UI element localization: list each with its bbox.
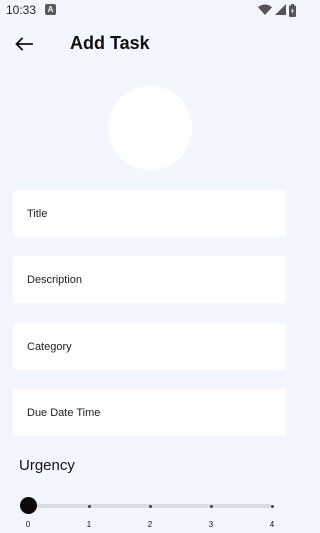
arrow-left-icon xyxy=(15,37,33,51)
slider-tick xyxy=(270,504,274,508)
signal-icon xyxy=(275,4,286,15)
task-image-placeholder[interactable] xyxy=(108,86,192,170)
a-badge-icon: A xyxy=(45,4,56,15)
category-placeholder: Category xyxy=(27,340,72,353)
description-placeholder: Description xyxy=(27,273,83,286)
slider-thumb[interactable] xyxy=(19,497,37,514)
urgency-slider[interactable] xyxy=(19,497,274,515)
slider-tick xyxy=(209,504,213,508)
wifi-icon xyxy=(258,4,272,15)
battery-icon xyxy=(289,3,296,17)
slider-tick-label: 2 xyxy=(147,520,153,529)
app-bar: Add Task xyxy=(0,24,300,64)
category-field[interactable]: Category xyxy=(13,323,286,370)
slider-tick xyxy=(87,504,91,508)
status-time: 10:33 xyxy=(6,3,37,17)
title-field[interactable]: Title xyxy=(13,190,286,237)
description-field[interactable]: Description xyxy=(13,256,286,303)
status-icons xyxy=(258,3,296,17)
slider-tick-label: 4 xyxy=(269,520,275,529)
slider-tick xyxy=(148,504,152,508)
due-date-time-field[interactable]: Due Date Time xyxy=(13,389,286,436)
slider-tick-label: 1 xyxy=(86,520,92,529)
slider-tick-label: 3 xyxy=(208,520,214,529)
title-placeholder: Title xyxy=(27,207,48,220)
status-bar: 10:33 A xyxy=(0,0,300,22)
urgency-label: Urgency xyxy=(19,457,75,474)
back-button[interactable] xyxy=(10,32,38,56)
slider-tick-label: 0 xyxy=(25,520,31,529)
page-title: Add Task xyxy=(70,33,150,53)
due-date-placeholder: Due Date Time xyxy=(27,406,101,419)
